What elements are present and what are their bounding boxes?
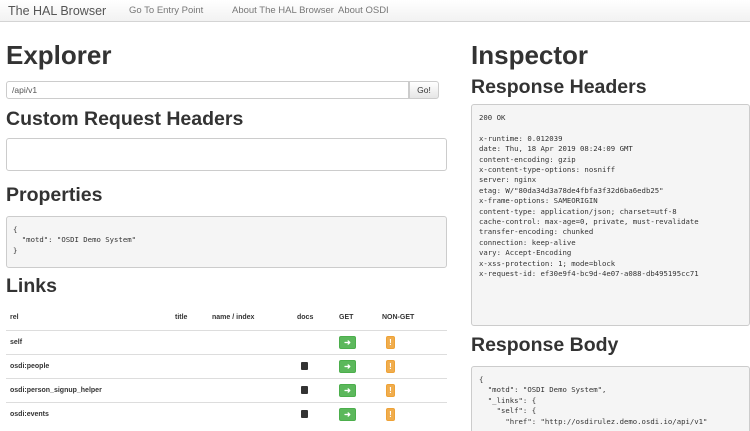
link-name xyxy=(208,377,293,402)
explorer-title: Explorer xyxy=(6,40,112,70)
brand-link[interactable]: The HAL Browser xyxy=(8,4,106,18)
custom-request-headers-title: Custom Request Headers xyxy=(6,108,244,130)
link-title xyxy=(171,329,208,354)
link-title xyxy=(171,401,208,426)
links-table: rel title name / index docs GET NON-GET … xyxy=(6,306,447,426)
url-input[interactable] xyxy=(6,81,409,99)
non-get-button[interactable]: ! xyxy=(386,359,395,373)
get-arrow-button[interactable]: ➜ xyxy=(339,383,356,397)
col-docs: docs xyxy=(293,306,335,331)
link-rel: self xyxy=(6,329,171,354)
col-non-get: NON-GET xyxy=(378,306,447,331)
link-docs xyxy=(293,329,335,354)
non-get-button[interactable]: ! xyxy=(386,383,395,397)
link-docs xyxy=(293,401,335,426)
nav-link-entry-point[interactable]: Go To Entry Point xyxy=(129,5,203,16)
link-name xyxy=(208,353,293,378)
response-body-box: { "motd": "OSDI Demo System", "_links": … xyxy=(471,366,750,431)
link-docs xyxy=(293,377,335,402)
response-headers-title: Response Headers xyxy=(471,76,647,98)
nav-link-about-hal-browser[interactable]: About The HAL Browser xyxy=(232,5,334,16)
get-arrow-button[interactable]: ➜ xyxy=(339,407,356,421)
properties-json: { "motd": "OSDI Demo System" } xyxy=(6,216,447,268)
links-table-header: rel title name / index docs GET NON-GET xyxy=(6,306,447,331)
custom-request-headers-input[interactable] xyxy=(6,138,447,171)
link-rel: osdi:person_signup_helper xyxy=(6,377,171,402)
links-title: Links xyxy=(6,275,57,297)
docs-book-icon[interactable] xyxy=(301,410,308,419)
link-title xyxy=(171,377,208,402)
properties-title: Properties xyxy=(6,184,103,206)
table-row: osdi:people ➜ ! xyxy=(6,353,447,378)
link-name xyxy=(208,401,293,426)
col-rel: rel xyxy=(6,306,171,331)
response-body-title: Response Body xyxy=(471,334,619,356)
link-nonget-cell: ! xyxy=(378,329,447,354)
link-nonget-cell: ! xyxy=(378,401,447,426)
link-nonget-cell: ! xyxy=(378,377,447,402)
inspector-title: Inspector xyxy=(471,40,589,70)
col-name-index: name / index xyxy=(208,306,293,331)
link-docs xyxy=(293,353,335,378)
link-rel: osdi:people xyxy=(6,353,171,378)
link-rel: osdi:events xyxy=(6,401,171,426)
table-row: osdi:events ➜ ! xyxy=(6,401,447,426)
link-nonget-cell: ! xyxy=(378,353,447,378)
table-row: self ➜ ! xyxy=(6,329,447,354)
get-arrow-button[interactable]: ➜ xyxy=(339,335,356,349)
docs-book-icon[interactable] xyxy=(301,386,308,394)
col-get: GET xyxy=(335,306,378,331)
link-get-cell: ➜ xyxy=(335,377,378,402)
nav-link-about-osdi[interactable]: About OSDI xyxy=(338,5,389,16)
non-get-button[interactable]: ! xyxy=(386,335,395,349)
link-get-cell: ➜ xyxy=(335,353,378,378)
col-title: title xyxy=(171,306,208,331)
response-headers-box: 200 OK x-runtime: 0.012039 date: Thu, 18… xyxy=(471,104,750,326)
get-arrow-button[interactable]: ➜ xyxy=(339,359,356,373)
link-name xyxy=(208,329,293,354)
docs-book-icon[interactable] xyxy=(301,362,308,370)
link-get-cell: ➜ xyxy=(335,401,378,426)
navbar: The HAL Browser Go To Entry Point About … xyxy=(0,0,750,22)
link-title xyxy=(171,353,208,378)
link-get-cell: ➜ xyxy=(335,329,378,354)
non-get-button[interactable]: ! xyxy=(386,407,395,421)
go-button[interactable]: Go! xyxy=(409,81,439,99)
table-row: osdi:person_signup_helper ➜ ! xyxy=(6,377,447,402)
